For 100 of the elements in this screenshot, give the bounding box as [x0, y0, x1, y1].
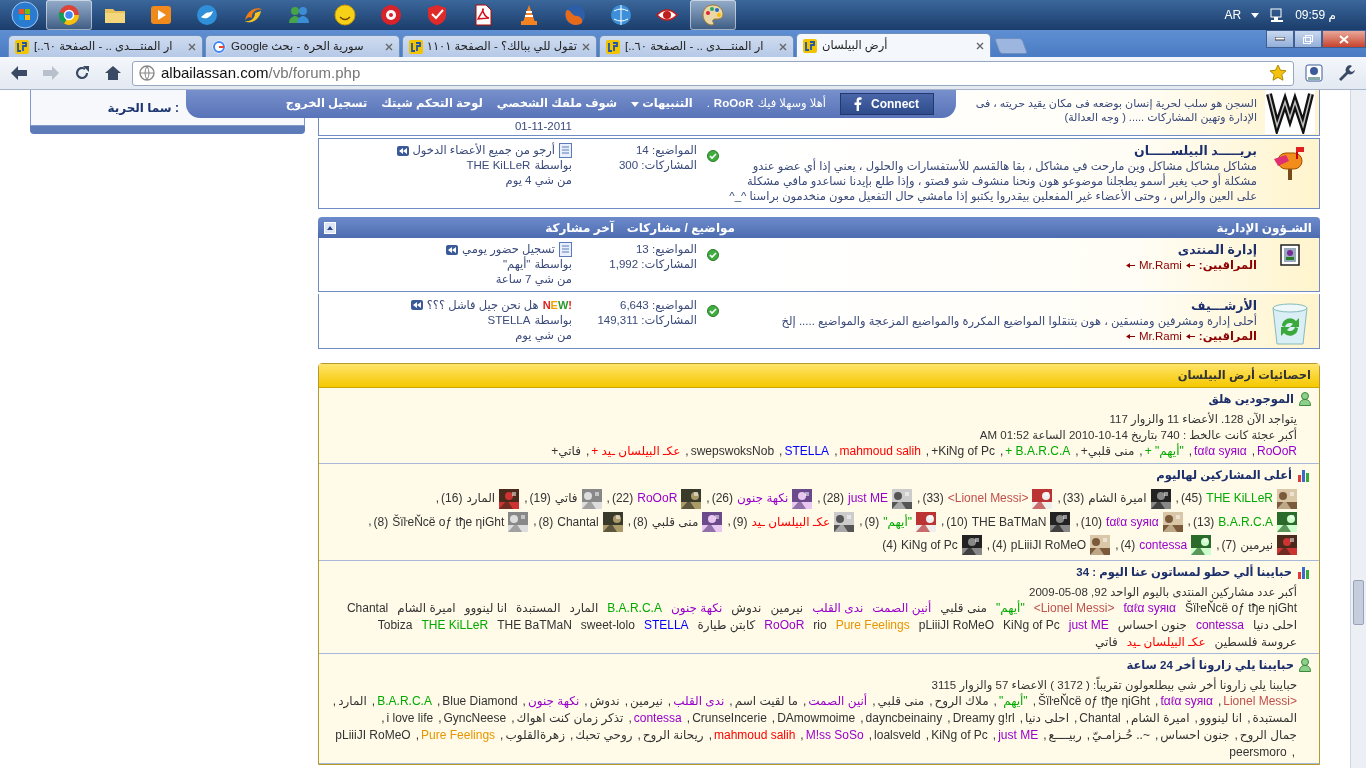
member-link[interactable]: ما لقيت اسم: [734, 693, 798, 711]
bookmark-star-icon[interactable]: [1269, 64, 1287, 82]
member-link[interactable]: زهرةالقلوب: [505, 726, 565, 744]
member-link[interactable]: Chantal: [1079, 710, 1121, 727]
member-link[interactable]: المارد: [338, 693, 367, 711]
taskbar-button[interactable]: [690, 0, 736, 30]
member-link[interactable]: ŠïŀeŇcë oƒ tђe ηiGht: [392, 510, 505, 534]
member-link[interactable]: STELLA: [643, 616, 689, 634]
member-link[interactable]: sweet-lolo: [580, 616, 635, 634]
member-link[interactable]: just ME: [1068, 616, 1109, 634]
member-link[interactable]: ŠïŀeŇcë oƒ tђe ηiGht: [1038, 693, 1151, 711]
member-link[interactable]: <Lionel Messi: [1223, 693, 1297, 711]
member-link[interactable]: Blue Diamond: [442, 693, 518, 711]
member-link[interactable]: KiNg of Pc: [1003, 616, 1060, 634]
member-link[interactable]: عكـ البيلسان ـيد +: [591, 443, 681, 461]
member-link[interactable]: منى قلبي: [877, 693, 925, 711]
member-link[interactable]: rio: [813, 616, 827, 634]
close-icon[interactable]: [779, 42, 787, 51]
member-link[interactable]: اميرة الشام: [1088, 487, 1147, 511]
member-link[interactable]: contessa: [1139, 533, 1188, 557]
member-link[interactable]: GyncNeese: [443, 710, 507, 727]
member-link[interactable]: احلى دنيا: [1025, 710, 1069, 727]
member-link[interactable]: أنين الصمت: [872, 599, 932, 617]
member-link[interactable]: pLiiiJI RoMeO: [1010, 533, 1087, 557]
browser-tab[interactable]: ار المنتـــدى .. - الصفحة ٦٠..]: [599, 35, 794, 57]
connect-button[interactable]: Connect: [840, 93, 934, 115]
member-link[interactable]: المارد: [569, 599, 599, 617]
member-link[interactable]: ندى القلب: [812, 599, 864, 617]
close-icon[interactable]: [188, 42, 196, 51]
member-link[interactable]: ملاك الروح: [934, 693, 989, 711]
scrollbar[interactable]: [1350, 90, 1366, 768]
member-link[interactable]: اميرة الشام: [1131, 710, 1190, 727]
clock[interactable]: 09:59 م: [1295, 6, 1336, 24]
member-link[interactable]: just ME: [998, 726, 1039, 744]
author-link[interactable]: THE KiLLeR: [466, 158, 531, 173]
scrollbar-thumb[interactable]: [1353, 580, 1364, 625]
member-link[interactable]: dayncbeinainy: [865, 710, 943, 727]
close-icon[interactable]: [976, 41, 984, 50]
language-indicator[interactable]: AR: [1224, 6, 1242, 24]
member-link[interactable]: peersmoro: [1229, 743, 1287, 761]
member-link[interactable]: فاتي: [554, 487, 578, 511]
browser-tab[interactable]: تقول للي ببالك؟ - الصفحة ١١٠١: [402, 35, 597, 57]
close-icon[interactable]: [385, 42, 393, 51]
member-link[interactable]: المارد: [466, 487, 496, 511]
member-link[interactable]: جمال الروح: [1239, 726, 1297, 744]
member-link[interactable]: ندى القلب: [673, 693, 725, 711]
browser-tab[interactable]: سورية الحرة - بحث Google: [205, 35, 400, 57]
member-link[interactable]: اميرة الشام: [397, 599, 456, 617]
forum-title-link[interactable]: الأرشـــيف: [1191, 298, 1257, 313]
member-link[interactable]: THE BaTMaN: [497, 616, 572, 634]
member-link[interactable]: Tobiza: [377, 616, 413, 634]
member-link[interactable]: احلى دنيا: [1252, 616, 1297, 634]
member-link[interactable]: STELLA: [784, 443, 830, 461]
member-link[interactable]: pLiiiJI RoMeO: [918, 616, 995, 634]
member-link[interactable]: أنين الصمت: [808, 693, 868, 711]
member-link[interactable]: <Lionel Messi>: [947, 487, 1029, 511]
member-link[interactable]: RoOoR: [1257, 443, 1297, 461]
member-link[interactable]: ƭαℓα syяια: [1123, 599, 1176, 617]
nav-link[interactable]: التنبيهات: [631, 95, 693, 113]
member-link[interactable]: <Lionel Messi>: [1033, 599, 1115, 617]
network-icon[interactable]: [1269, 7, 1286, 23]
member-link[interactable]: منى قلبي: [651, 510, 699, 534]
caret-icon[interactable]: [1251, 12, 1260, 18]
nav-link[interactable]: شوف ملفك الشخصي: [496, 95, 618, 113]
member-link[interactable]: نكهة جنون: [527, 693, 580, 711]
moderator-link[interactable]: Mr.Rami: [1139, 329, 1182, 345]
member-link[interactable]: THE BaTMaN: [971, 510, 1047, 534]
member-link[interactable]: ƭαℓα syяια: [1194, 443, 1247, 461]
member-link[interactable]: KiNg of Pc: [931, 726, 988, 744]
member-link[interactable]: المستبدة: [1252, 710, 1297, 727]
go-to-post-icon[interactable]: [396, 145, 409, 156]
member-link[interactable]: عكـ البيلسان ـيد: [751, 510, 831, 534]
nav-link[interactable]: لوحة التحكم شيتك: [381, 95, 483, 113]
member-link[interactable]: نيرمين: [630, 693, 663, 711]
member-link[interactable]: just ME: [848, 487, 889, 511]
member-link[interactable]: ~.. حُـزامـيّ: [1092, 726, 1150, 744]
member-link[interactable]: تذكر زمان كنت اهواك: [516, 710, 624, 727]
forum-title-link[interactable]: بريـــــد البيلســـــان: [1134, 144, 1257, 158]
member-link[interactable]: Chantal: [346, 599, 389, 617]
member-link[interactable]: كابتن طيارة: [697, 616, 756, 634]
member-link[interactable]: انا لينووو: [1199, 710, 1243, 727]
member-link[interactable]: DAmowmoime: [777, 710, 856, 727]
member-link[interactable]: ŠïŀeŇcë oƒ tђe ηiGht: [1184, 599, 1297, 617]
member-link[interactable]: contessa: [1195, 616, 1244, 634]
taskbar-button[interactable]: [46, 0, 92, 30]
browser-tab[interactable]: أرض البيلسان: [796, 33, 991, 57]
member-link[interactable]: i love life: [386, 710, 434, 727]
member-link[interactable]: المستبدة: [516, 599, 561, 617]
member-link[interactable]: ƭαℓα syяια: [1160, 693, 1213, 711]
author-link[interactable]: "أيهم": [502, 257, 531, 272]
member-link[interactable]: ريحانة الروح: [642, 726, 704, 744]
minimize-button[interactable]: [1266, 30, 1294, 48]
member-link[interactable]: mahmoud salih: [714, 726, 796, 744]
member-link[interactable]: انا لينووو: [464, 599, 508, 617]
author-link[interactable]: STELLA: [487, 312, 531, 328]
member-link[interactable]: ربيــــع: [1048, 726, 1082, 744]
member-link[interactable]: فاتي+: [551, 443, 581, 461]
maximize-button[interactable]: [1294, 30, 1322, 48]
close-icon[interactable]: [582, 42, 590, 51]
member-link[interactable]: فاتي: [1095, 633, 1118, 651]
